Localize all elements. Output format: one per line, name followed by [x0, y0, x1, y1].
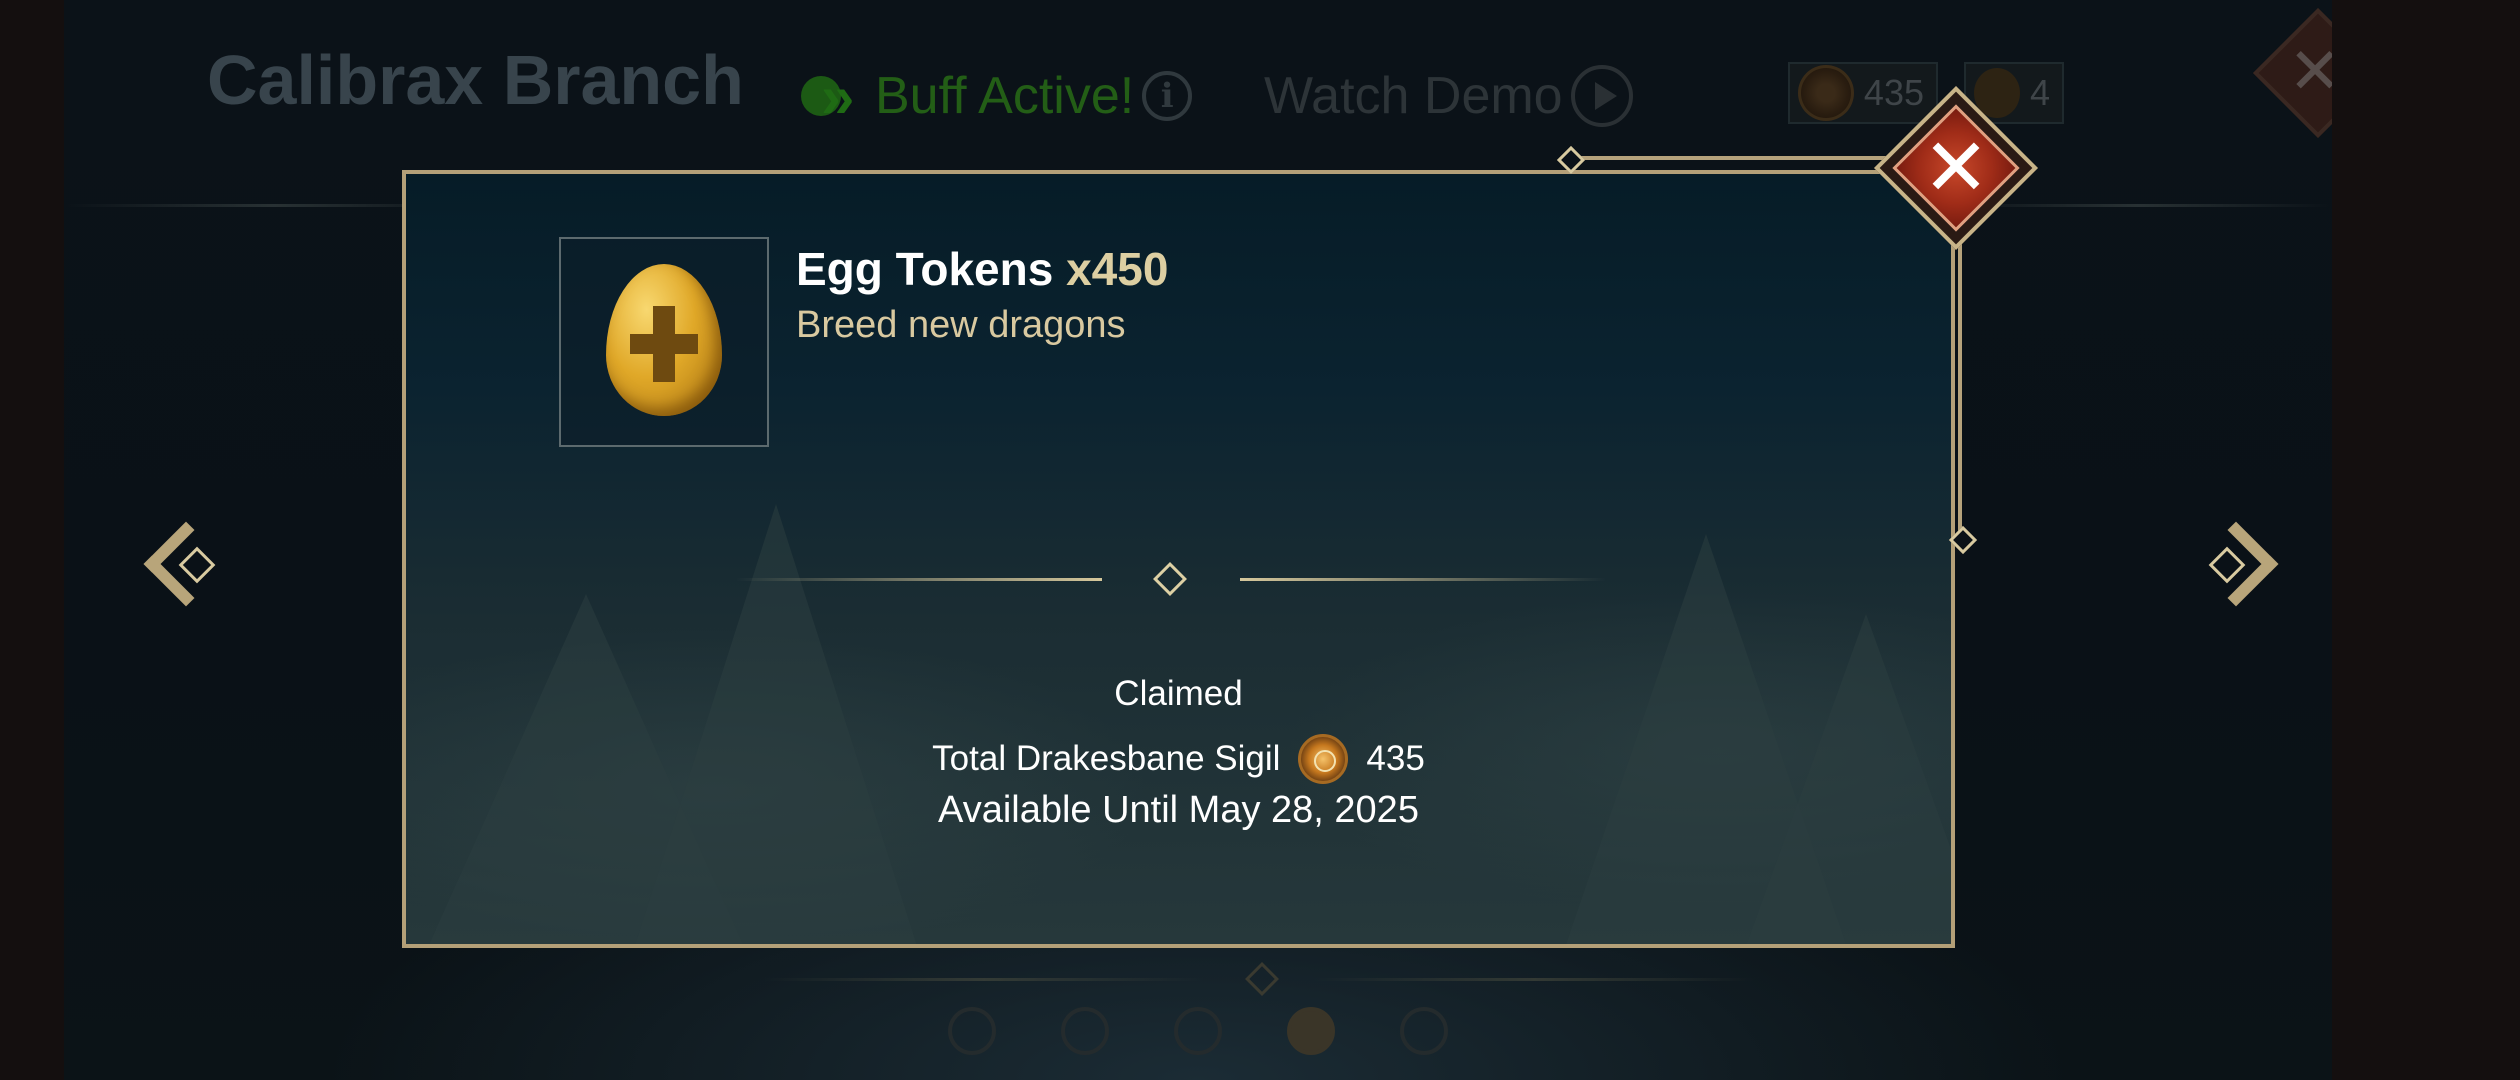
egg-token-icon [606, 264, 722, 416]
total-label: Total Drakesbane Sigil [932, 739, 1281, 778]
page-title: Calibrax Branch [207, 41, 744, 119]
buff-indicator[interactable]: Buff Active! i [797, 58, 1193, 134]
buff-label: Buff Active! [875, 67, 1135, 125]
left-letterbox [0, 0, 64, 1080]
availability-text: Available Until May 28, 2025 [938, 789, 1419, 831]
watch-demo-button[interactable]: Watch Demo [1264, 58, 1633, 134]
pager-diamond [1245, 962, 1279, 996]
page-dot-1[interactable] [948, 1007, 996, 1055]
page-dot-2[interactable] [1061, 1007, 1109, 1055]
pager-rule-left [764, 978, 1204, 981]
total-value: 435 [1366, 739, 1425, 778]
divider-left [736, 578, 1102, 581]
divider-diamond [1153, 562, 1187, 596]
claimed-status: Claimed [1114, 674, 1243, 713]
close-button[interactable]: ✕ [1873, 85, 2039, 251]
close-icon: ✕ [1922, 121, 1990, 214]
frame-connector-right [1958, 200, 1962, 536]
buff-icon [797, 62, 869, 131]
page-dot-4[interactable] [1287, 1007, 1335, 1055]
sigil-icon [1298, 734, 1349, 784]
item-name: Egg Tokens [796, 243, 1054, 295]
item-quantity: x450 [1066, 243, 1169, 295]
item-description: Breed new dragons [796, 304, 1126, 346]
page-dot-5[interactable] [1400, 1007, 1448, 1055]
play-icon [1570, 65, 1633, 127]
frame-connector-top [1566, 156, 1886, 160]
total-sigil-row: Total Drakesbane Sigil 435 [406, 734, 1951, 784]
info-icon[interactable]: i [1142, 71, 1193, 121]
item-title: Egg Tokens x450 [796, 242, 1168, 296]
sigil-count: 435 [1863, 72, 1924, 113]
reward-dialog: Egg Tokens x450 Breed new dragons Claime… [402, 170, 1955, 948]
divider-right [1240, 578, 1606, 581]
item-icon-frame [559, 237, 769, 447]
next-page-button[interactable] [2193, 520, 2294, 620]
background-close-icon: ✕ [2288, 35, 2332, 107]
watch-demo-label: Watch Demo [1264, 67, 1563, 125]
previous-page-button[interactable] [130, 520, 230, 620]
sigil-icon [1798, 65, 1854, 121]
token-count: 4 [2029, 72, 2050, 113]
right-letterbox [2332, 0, 2520, 1080]
pager-rule-right [1314, 978, 1754, 981]
page-dot-3[interactable] [1174, 1007, 1222, 1055]
tree-silhouette [626, 504, 926, 944]
